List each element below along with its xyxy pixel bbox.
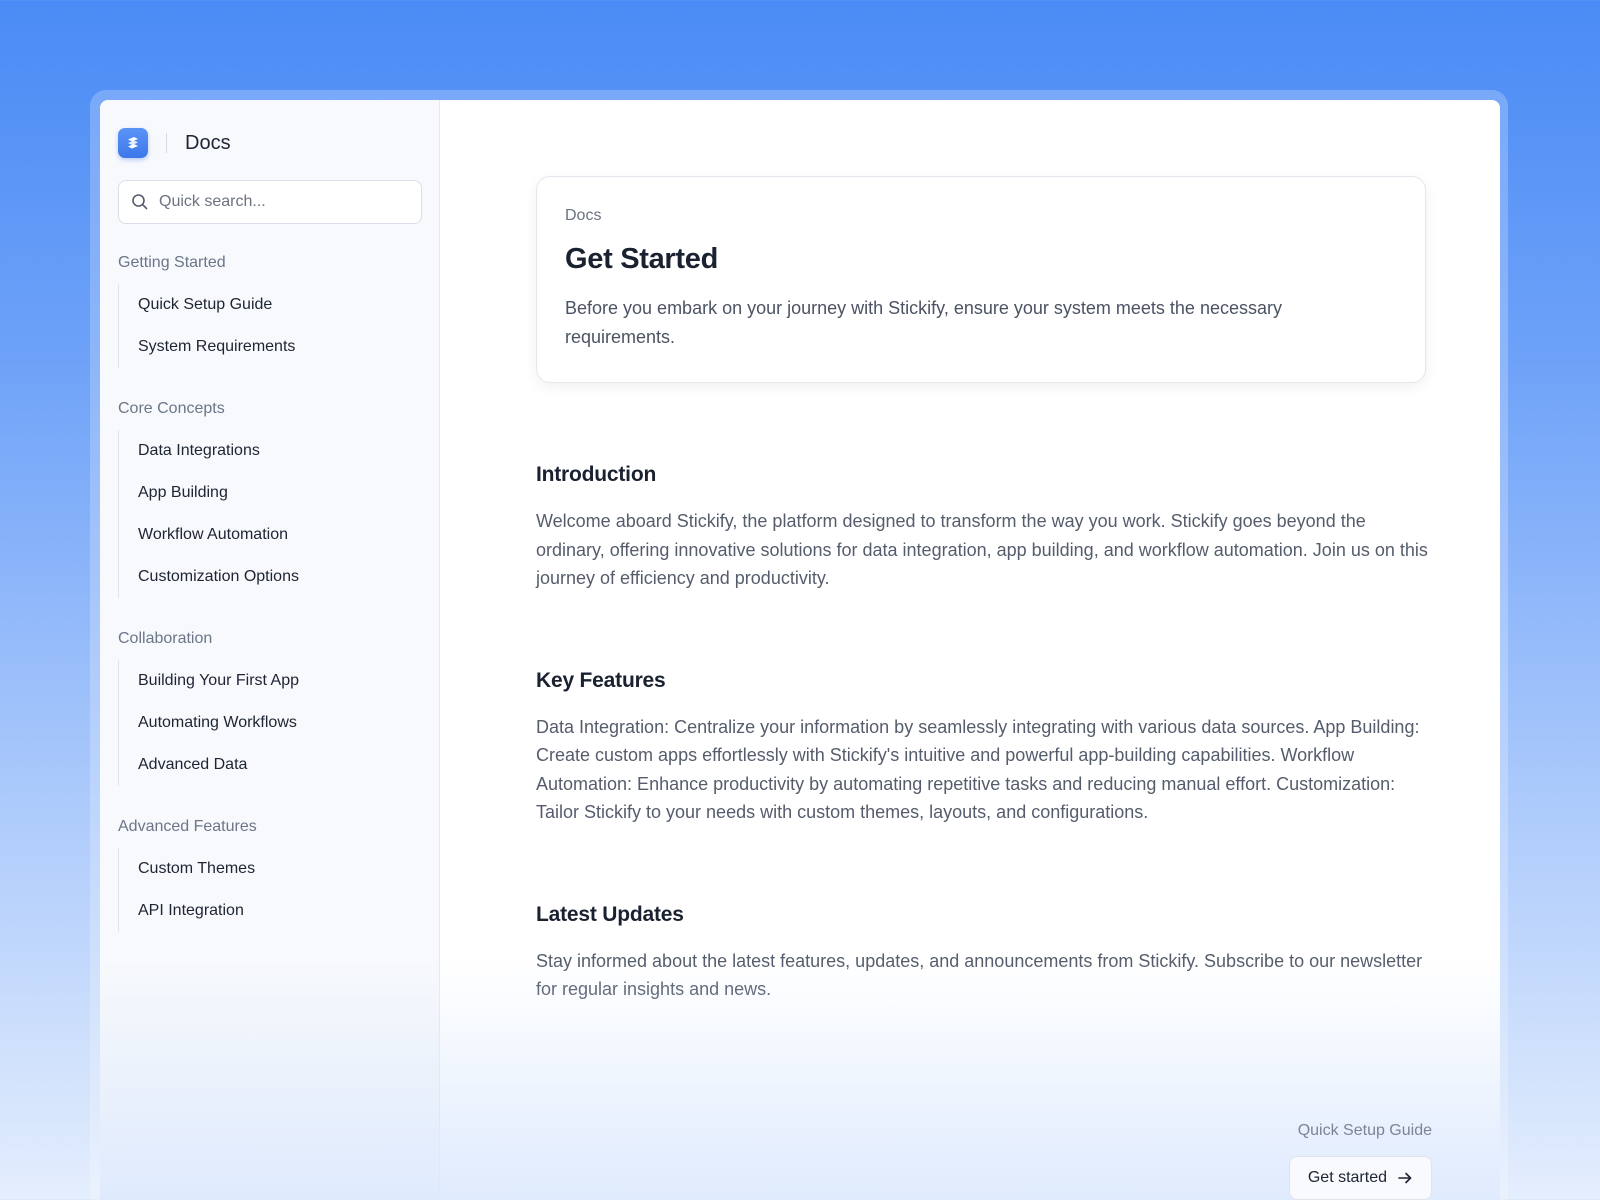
nav-group-core-concepts: Core Concepts Data Integrations App Buil… — [118, 398, 421, 598]
sidebar-item-customization-options[interactable]: Customization Options — [119, 556, 421, 598]
section-body: Data Integration: Centralize your inform… — [536, 716, 1420, 823]
sidebar-item-quick-setup-guide[interactable]: Quick Setup Guide — [119, 284, 421, 326]
search-box[interactable] — [118, 180, 422, 224]
page-description: Before you embark on your journey with S… — [565, 298, 1282, 347]
nav-group-advanced-features: Advanced Features Custom Themes API Inte… — [118, 816, 421, 932]
nav-group-items: Data Integrations App Building Workflow … — [118, 430, 421, 598]
section-key-features: Key Features Data Integration: Centraliz… — [536, 669, 1432, 827]
sidebar-item-app-building[interactable]: App Building — [119, 472, 421, 514]
get-started-label: Get started — [1307, 1169, 1387, 1186]
nav-group-title: Core Concepts — [118, 400, 225, 417]
section-introduction: Introduction Welcome aboard Stickify, th… — [536, 463, 1432, 593]
nav-group-items: Custom Themes API Integration — [118, 848, 421, 932]
sidebar-item-workflow-automation[interactable]: Workflow Automation — [119, 514, 421, 556]
nav-group-collaboration: Collaboration Building Your First App Au… — [118, 628, 421, 786]
brand: Docs — [118, 128, 421, 158]
brand-title: Docs — [185, 131, 231, 154]
breadcrumb[interactable]: Docs — [565, 207, 1397, 225]
docs-window: Docs Getting Started Quick Setup Guide S… — [100, 100, 1500, 1200]
search-input[interactable] — [159, 193, 409, 211]
sidebar: Docs Getting Started Quick Setup Guide S… — [100, 100, 440, 1200]
nav-group-items: Quick Setup Guide System Requirements — [118, 284, 421, 368]
sidebar-item-automating-workflows[interactable]: Automating Workflows — [119, 702, 421, 744]
section-latest-updates: Latest Updates Stay informed about the l… — [536, 903, 1432, 1004]
page-title: Get Started — [565, 243, 719, 275]
brand-divider — [166, 133, 167, 153]
arrow-right-icon — [1397, 1170, 1413, 1186]
sidebar-item-api-integration[interactable]: API Integration — [119, 890, 421, 932]
stickify-logo-icon[interactable] — [118, 128, 148, 158]
section-title: Key Features — [536, 668, 666, 692]
nav-group-title: Collaboration — [118, 630, 213, 647]
nav-group-getting-started: Getting Started Quick Setup Guide System… — [118, 252, 421, 368]
sidebar-item-advanced-data[interactable]: Advanced Data — [119, 744, 421, 786]
sidebar-item-system-requirements[interactable]: System Requirements — [119, 326, 421, 368]
main-content: Docs Get Started Before you embark on yo… — [440, 100, 1500, 1200]
nav-group-title: Advanced Features — [118, 818, 257, 835]
get-started-button[interactable]: Get started — [1288, 1156, 1432, 1200]
hero-card: Docs Get Started Before you embark on yo… — [536, 176, 1426, 383]
sidebar-item-data-integrations[interactable]: Data Integrations — [119, 430, 421, 472]
section-title: Introduction — [536, 463, 657, 486]
section-title: Latest Updates — [536, 902, 684, 926]
next-page-nav: Quick Setup Guide Get started — [1288, 1122, 1432, 1200]
nav-group-title: Getting Started — [118, 254, 226, 271]
sidebar-item-custom-themes[interactable]: Custom Themes — [119, 848, 421, 890]
sidebar-item-building-your-first-app[interactable]: Building Your First App — [119, 660, 421, 702]
search-icon — [131, 193, 149, 211]
section-body: Stay informed about the latest features,… — [536, 950, 1423, 1000]
section-body: Welcome aboard Stickify, the platform de… — [536, 511, 1428, 588]
next-page-label[interactable]: Quick Setup Guide — [1289, 1122, 1432, 1140]
nav-group-items: Building Your First App Automating Workf… — [118, 660, 421, 786]
